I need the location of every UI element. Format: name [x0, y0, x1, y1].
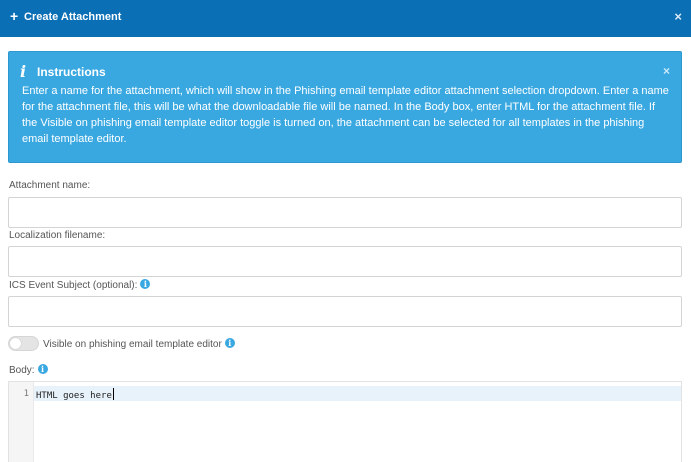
dismiss-instructions-icon[interactable]: ×	[663, 65, 670, 77]
line-number: 1	[23, 389, 29, 399]
visible-toggle-label: Visible on phishing email template edito…	[43, 339, 222, 350]
code-line-text: HTML goes here	[36, 391, 112, 401]
active-line-highlight	[34, 386, 681, 401]
info-icon[interactable]: i	[37, 364, 48, 374]
body-label-row: Body: i	[9, 364, 48, 377]
visible-toggle[interactable]	[8, 336, 39, 351]
body-label: Body:	[9, 365, 35, 376]
ics-subject-input[interactable]	[8, 296, 682, 327]
modal-title: Create Attachment	[24, 11, 122, 23]
attachment-name-input[interactable]	[8, 197, 682, 228]
instructions-title: Instructions	[37, 65, 106, 79]
info-icon[interactable]: i	[140, 279, 151, 289]
instructions-alert: i Instructions × Enter a name for the at…	[8, 51, 682, 163]
info-icon[interactable]: i	[224, 338, 235, 348]
close-icon[interactable]: ×	[674, 10, 682, 24]
instructions-body: Enter a name for the attachment, which w…	[22, 85, 669, 145]
body-code-editor[interactable]: 1 HTML goes here	[8, 381, 682, 462]
modal-header: + Create Attachment ×	[0, 0, 691, 37]
editor-gutter: 1	[9, 382, 34, 462]
toggle-knob	[10, 338, 21, 349]
attachment-name-label: Attachment name:	[9, 180, 91, 191]
localization-filename-input[interactable]	[8, 246, 682, 277]
info-icon: i	[20, 62, 27, 81]
plus-icon: +	[10, 8, 19, 24]
visible-toggle-label-row: Visible on phishing email template edito…	[43, 338, 235, 351]
ics-subject-label: ICS Event Subject (optional):	[9, 280, 138, 291]
text-cursor	[112, 388, 114, 400]
ics-subject-label-row: ICS Event Subject (optional): i	[9, 279, 151, 292]
code-line[interactable]: HTML goes here	[36, 388, 114, 402]
localization-filename-label: Localization filename:	[9, 230, 106, 241]
